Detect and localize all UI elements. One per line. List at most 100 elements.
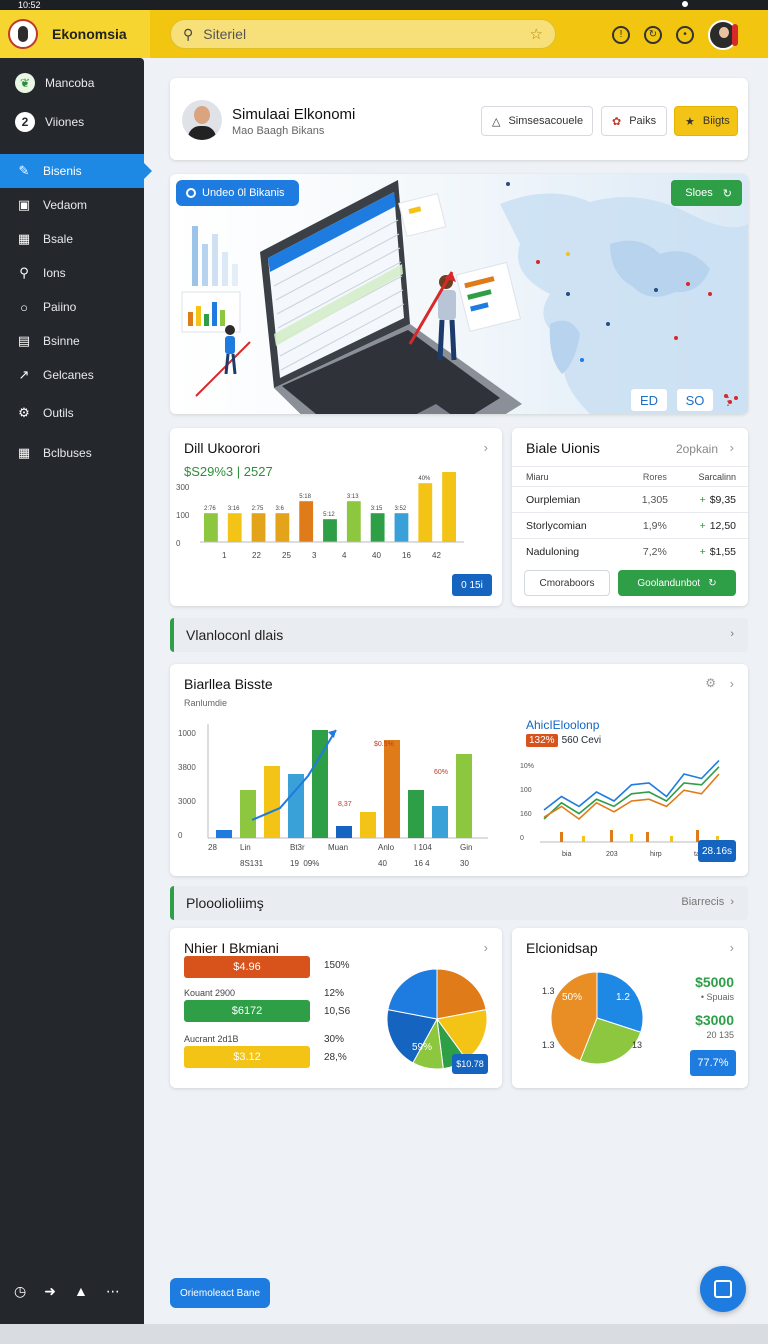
- row-value: $1,55: [709, 546, 736, 558]
- sidebar-item-bisenis[interactable]: ✎ Bisenis: [0, 154, 152, 188]
- x-tick-label: 19 09%: [290, 859, 319, 868]
- y-tick-label: 3800: [178, 763, 196, 772]
- chat-icon[interactable]: •: [676, 26, 694, 44]
- hero-banner: Undeo 0l Bikanis Sloes ↻ ED SO ⋮: [170, 174, 748, 414]
- mini-value: 560 Cevi: [561, 735, 602, 746]
- sidebar-item-paiino[interactable]: ○ Paiino: [0, 290, 144, 324]
- table-button-right[interactable]: Goolandunbot ↻: [618, 570, 736, 596]
- sidebar-item-bsale[interactable]: ▦ Bsale: [0, 222, 144, 256]
- x-tick-label: Muan: [328, 843, 348, 852]
- sidebar-item-outils[interactable]: ⚙ Outils: [0, 396, 144, 430]
- small-value-2: 20 135: [706, 1030, 734, 1040]
- table-row[interactable]: Naduloning 7,2% + $1,55: [526, 546, 736, 558]
- star-icon[interactable]: ☆: [530, 25, 543, 43]
- more-icon[interactable]: ⋮: [722, 394, 734, 408]
- profile-title: Simulaai Elkonomi: [232, 106, 356, 123]
- sidebar-item-bclbuses[interactable]: ▦ Bclbuses: [0, 436, 144, 470]
- monitor-icon: ▣: [17, 197, 31, 212]
- row-name: Storlycomian: [526, 520, 587, 532]
- pie-badge[interactable]: $10.78: [452, 1054, 488, 1074]
- number-two-icon: 2: [15, 112, 35, 132]
- y-tick-label: 0: [176, 539, 181, 548]
- progress-bar[interactable]: $6172: [184, 1000, 310, 1022]
- bar-value-label: 3:15: [371, 506, 383, 512]
- card-link[interactable]: 2opkain: [676, 442, 718, 456]
- chevron-right-icon[interactable]: ›: [730, 676, 734, 691]
- mini-badge[interactable]: 28.16s: [698, 840, 736, 862]
- refresh-icon[interactable]: ↻: [644, 26, 662, 44]
- upload-icon[interactable]: ▲: [74, 1283, 88, 1300]
- bar-value-label: 60%: [434, 769, 448, 776]
- x-tick-label: 40: [378, 859, 387, 868]
- section-header-1[interactable]: Vlanloconl dlais ›: [170, 618, 748, 652]
- fab-calendar-button[interactable]: [700, 1266, 746, 1312]
- chevron-right-icon[interactable]: ›: [730, 940, 734, 955]
- search-icon: ⚲: [183, 25, 194, 42]
- progress-bar[interactable]: $3.12: [184, 1046, 310, 1068]
- pie-badge[interactable]: 77.7%: [690, 1050, 736, 1076]
- paw-icon: ✿: [612, 115, 622, 128]
- series-line: [543, 759, 720, 811]
- search-bar[interactable]: ⚲ ☆: [170, 19, 556, 49]
- sidebar-item-vedaom[interactable]: ▣ Vedaom: [0, 188, 144, 222]
- y-tick-label: 100: [520, 787, 532, 794]
- profile-button-1[interactable]: △ Simsesacouele: [481, 106, 593, 136]
- bar: [275, 513, 290, 542]
- card-subtitle: Ranlumdie: [184, 698, 228, 708]
- more-icon[interactable]: ⋯: [106, 1283, 120, 1300]
- hero-chip-ed[interactable]: ED: [630, 388, 668, 412]
- row-value: 12,50: [709, 520, 736, 532]
- mini-bar: [560, 832, 563, 842]
- mini-bar: [646, 832, 649, 842]
- sidebar-item-label: Bsinne: [43, 334, 80, 348]
- bar-value-label: 3:6: [275, 506, 284, 512]
- sidebar-item-gelcanes[interactable]: ↗ Gelcanes: [0, 358, 144, 392]
- table-button-left[interactable]: Cmoraboors: [524, 570, 610, 596]
- search-icon: [186, 188, 196, 198]
- progress-bar[interactable]: $4.96: [184, 956, 310, 978]
- big-value-2: $3000: [695, 1012, 734, 1028]
- history-icon[interactable]: ◷: [14, 1283, 26, 1300]
- arrow-right-icon[interactable]: ➜: [44, 1283, 56, 1300]
- sidebar-bottom-actions: ◷ ➜ ▲ ⋯: [14, 1283, 120, 1300]
- chart-icon: ↗: [18, 367, 30, 382]
- profile-button-3[interactable]: ★ Biigts: [674, 106, 738, 136]
- brand[interactable]: Ekonomsia: [0, 10, 150, 58]
- mini-value-tag: 132%: [526, 734, 558, 747]
- sidebar-item-viiones[interactable]: 2 Viiones: [0, 105, 144, 139]
- hero-tag-label: Undeo 0l Bikanis: [202, 187, 285, 199]
- notification-icon[interactable]: !: [612, 26, 630, 44]
- x-tick-label: 25: [282, 551, 291, 560]
- table-row[interactable]: Ourplemian 1,305 + $9,35: [526, 494, 736, 506]
- bar-value-label: 3:13: [347, 494, 359, 500]
- sidebar-item-bsinne[interactable]: ▤ Bsinne: [0, 324, 144, 358]
- pie-label-4: 1.3: [542, 1040, 555, 1050]
- chevron-right-icon[interactable]: ›: [484, 440, 488, 455]
- settings-icon[interactable]: ⚙: [705, 676, 716, 690]
- search-input[interactable]: [203, 26, 530, 42]
- pie-label-2: 1.2: [616, 992, 630, 1003]
- table-row[interactable]: Storlycomian 1,9% +12,50: [526, 520, 736, 532]
- sidebar-item-label: Bsale: [43, 232, 74, 246]
- chevron-right-icon[interactable]: ›: [730, 440, 734, 455]
- daily-bar-chart: 300 100 0 2:76 3:16 2:75 3:6 5:18 5:12 3:13 3:15 3:…: [176, 472, 464, 560]
- bar: [336, 826, 352, 838]
- sidebar-item-mancoba[interactable]: ❦ Mancoba: [0, 66, 144, 100]
- bar: [240, 790, 256, 838]
- profile-button-2[interactable]: ✿ Paiks: [601, 106, 667, 136]
- document-icon: ▤: [17, 333, 31, 348]
- daily-badge[interactable]: 0 15i: [452, 574, 492, 596]
- y-tick-label: 0: [520, 835, 524, 842]
- profile-button-2-label: Paiks: [629, 115, 657, 127]
- hero-chip-so[interactable]: SO: [676, 388, 714, 412]
- top-bar: Ekonomsia ⚲ ☆ ! ↻ •: [0, 10, 768, 58]
- footer-button[interactable]: Oriemoleact Bane: [170, 1278, 270, 1308]
- bag-icon: ▦: [17, 231, 31, 246]
- chevron-right-icon[interactable]: ›: [484, 940, 488, 955]
- sidebar-item-ions[interactable]: ⚲ Ions: [0, 256, 144, 290]
- x-tick-label: 3: [312, 551, 317, 560]
- x-tick-label: 16: [402, 551, 411, 560]
- hero-button[interactable]: Sloes ↻: [671, 180, 742, 206]
- section-header-2[interactable]: Plooolioliimş Biarrecis ›: [170, 886, 748, 920]
- hero-tag[interactable]: Undeo 0l Bikanis: [176, 180, 299, 206]
